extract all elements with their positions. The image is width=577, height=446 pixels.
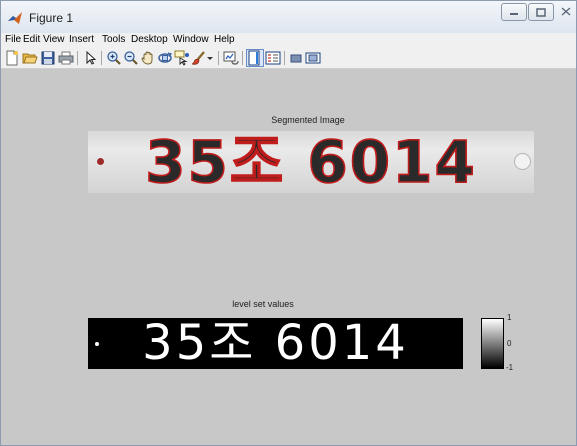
- title-bar[interactable]: Figure 1: [1, 1, 576, 33]
- menu-desktop[interactable]: Desktop: [131, 34, 168, 46]
- window-title: Figure 1: [29, 11, 74, 25]
- save-icon[interactable]: [40, 50, 56, 66]
- toolbar-separator: [77, 51, 78, 65]
- colorbar-icon[interactable]: [247, 50, 263, 66]
- menu-insert[interactable]: Insert: [69, 34, 94, 46]
- levelset-plate-text: 35조 6014: [142, 315, 409, 371]
- maximize-button[interactable]: [528, 3, 554, 21]
- menu-tools[interactable]: Tools: [102, 34, 125, 46]
- open-file-icon[interactable]: [22, 50, 38, 66]
- pan-icon[interactable]: [140, 50, 156, 66]
- toolbar-separator: [101, 51, 102, 65]
- menu-help[interactable]: Help: [214, 34, 235, 46]
- matlab-logo-icon: [7, 10, 23, 26]
- new-figure-icon[interactable]: [4, 50, 20, 66]
- segmented-plate-text: 35조 6014: [144, 128, 477, 196]
- menu-view[interactable]: View: [43, 34, 65, 46]
- colorbar-tick-max: 1: [507, 313, 512, 322]
- menu-bar: File Edit View Insert Tools Desktop Wind…: [1, 33, 576, 47]
- figure-window: Figure 1 File Edit View Insert Tools Des…: [0, 0, 577, 446]
- colorbar-tick-min: -1: [506, 363, 514, 372]
- segmented-image-axes[interactable]: 35조 6014: [88, 128, 534, 196]
- colorbar-tick-mid: 0: [507, 339, 512, 348]
- brush-icon[interactable]: [191, 50, 207, 66]
- menu-file[interactable]: File: [5, 34, 21, 46]
- brush-dropdown-icon[interactable]: [206, 50, 214, 66]
- data-cursor-icon[interactable]: [174, 50, 190, 66]
- hide-plot-tools-icon[interactable]: [288, 50, 304, 66]
- levelset-title: level set values: [232, 299, 294, 309]
- figure-canvas[interactable]: [1, 69, 576, 445]
- rotate-3d-icon[interactable]: [157, 50, 173, 66]
- link-plot-icon[interactable]: [223, 50, 239, 66]
- toolbar-separator: [242, 51, 243, 65]
- menu-window[interactable]: Window: [173, 34, 209, 46]
- close-button[interactable]: [555, 3, 576, 21]
- print-icon[interactable]: [58, 50, 74, 66]
- segmented-image-title: Segmented Image: [271, 115, 345, 125]
- zoom-out-icon[interactable]: [123, 50, 139, 66]
- show-plot-tools-icon[interactable]: [305, 50, 321, 66]
- levelset-image-axes[interactable]: 35조 6014: [88, 318, 463, 369]
- toolbar-separator: [284, 51, 285, 65]
- figure-toolbar: [1, 47, 576, 69]
- minimize-button[interactable]: [501, 3, 527, 21]
- legend-icon[interactable]: [265, 50, 281, 66]
- pointer-icon[interactable]: [82, 50, 98, 66]
- zoom-in-icon[interactable]: [106, 50, 122, 66]
- toolbar-separator: [218, 51, 219, 65]
- colorbar[interactable]: [481, 318, 504, 369]
- menu-edit[interactable]: Edit: [23, 34, 40, 46]
